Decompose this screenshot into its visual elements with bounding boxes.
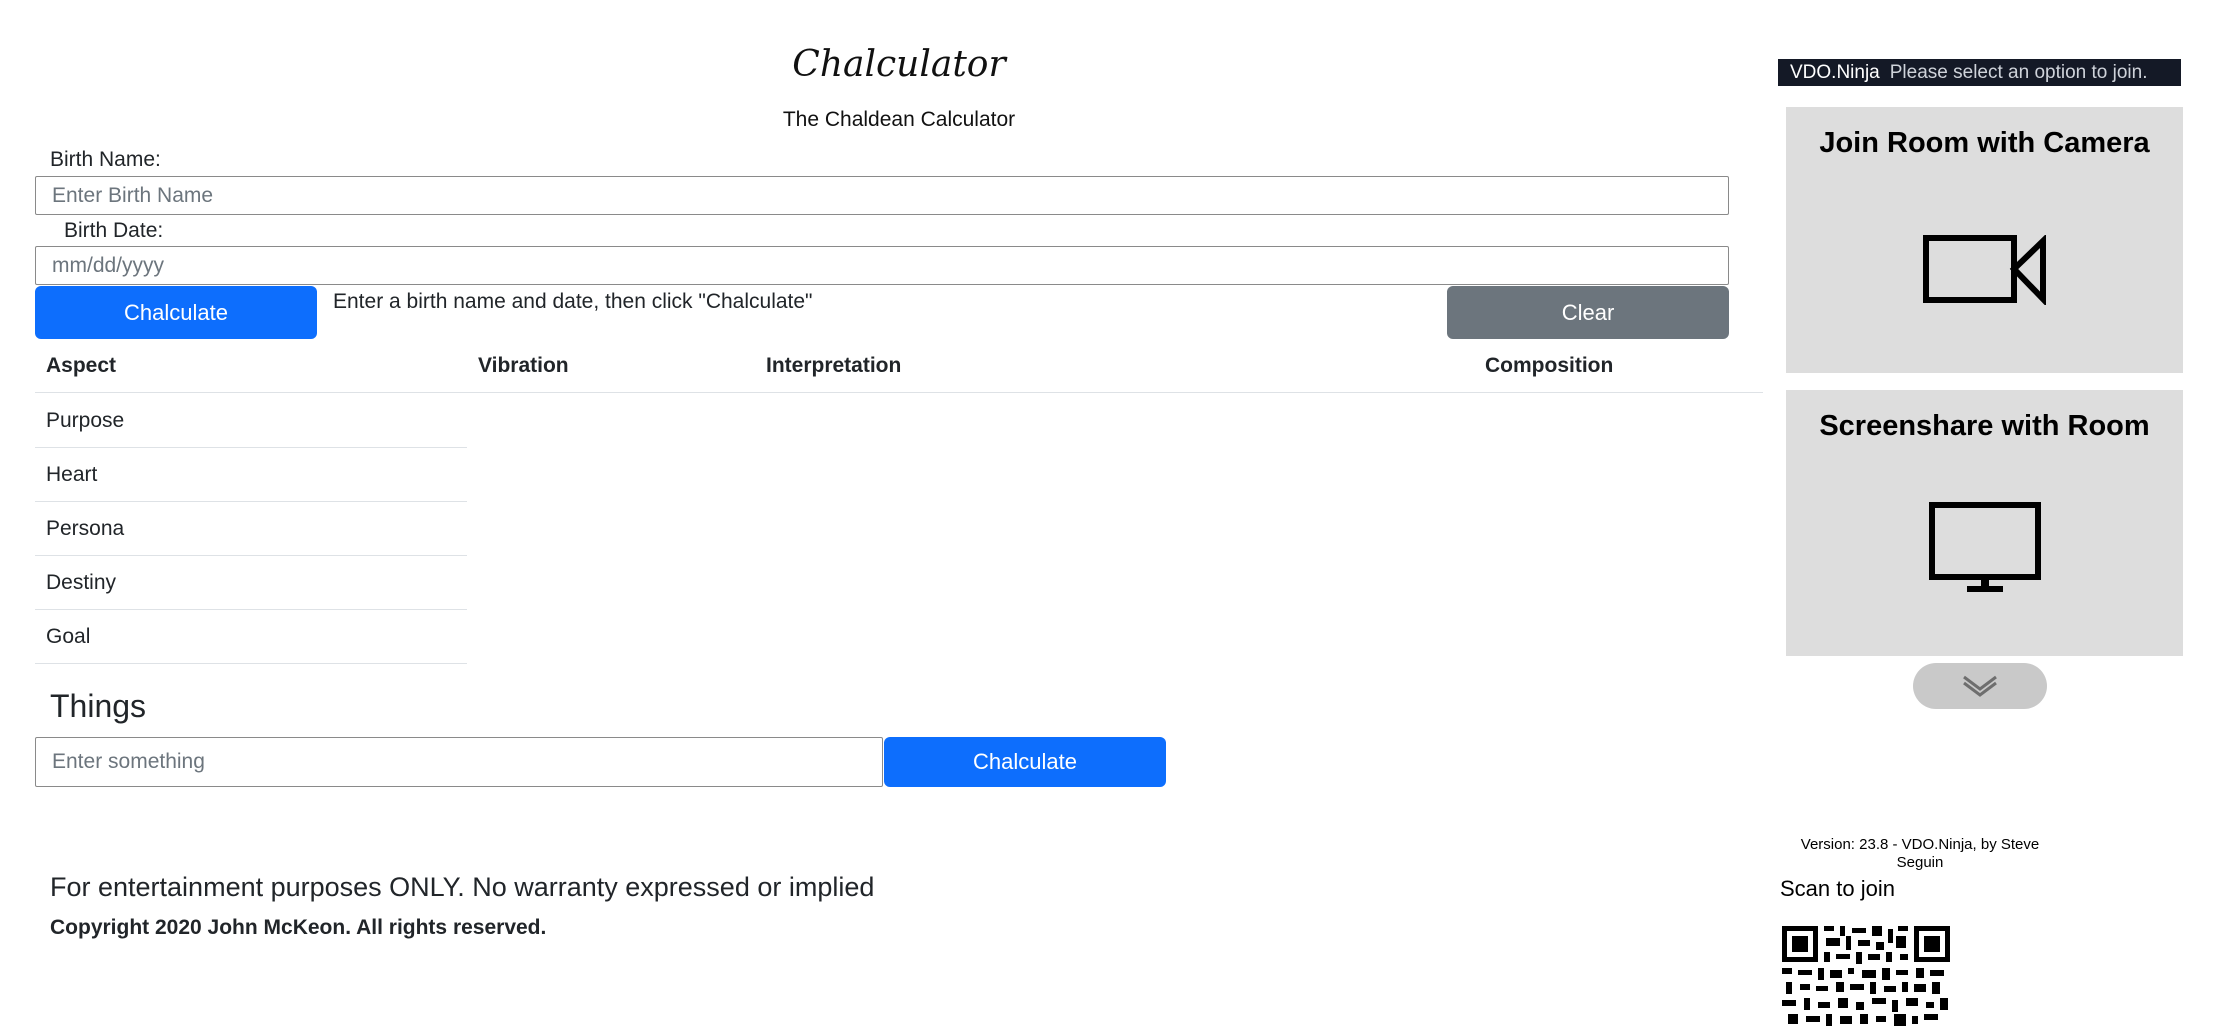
chalculate-button[interactable]: Chalculate bbox=[35, 286, 317, 339]
birth-name-input[interactable] bbox=[35, 176, 1729, 215]
screenshare-room-button[interactable]: Screenshare with Room bbox=[1786, 390, 2183, 656]
chevron-double-down-icon bbox=[1963, 675, 1997, 697]
aspect-persona: Persona bbox=[46, 517, 125, 540]
things-chalculate-button[interactable]: Chalculate bbox=[884, 737, 1166, 787]
table-row: Heart bbox=[35, 448, 467, 502]
birth-name-label: Birth Name: bbox=[50, 148, 161, 171]
video-camera-icon bbox=[1922, 235, 2046, 305]
aspect-heart: Heart bbox=[46, 463, 98, 486]
version-text: Version: 23.8 - VDO.Ninja, by Steve Segu… bbox=[1800, 836, 2040, 871]
copyright-text: Copyright 2020 John McKeon. All rights r… bbox=[50, 916, 547, 939]
table-row: Persona bbox=[35, 502, 467, 556]
page-title: Chalculator bbox=[792, 44, 1006, 85]
header-interpretation: Interpretation bbox=[766, 354, 902, 377]
page-subtitle: The Chaldean Calculator bbox=[782, 108, 1016, 131]
birth-date-input[interactable] bbox=[35, 246, 1729, 285]
table-row: Goal bbox=[35, 610, 467, 664]
join-camera-label: Join Room with Camera bbox=[1819, 127, 2150, 159]
screenshare-label: Screenshare with Room bbox=[1819, 410, 2150, 442]
aspect-goal: Goal bbox=[46, 625, 91, 648]
table-row: Destiny bbox=[35, 556, 467, 610]
header-vibration: Vibration bbox=[478, 354, 569, 377]
scan-to-join-label: Scan to join bbox=[1780, 876, 1895, 901]
aspect-destiny: Destiny bbox=[46, 571, 117, 594]
qr-code[interactable] bbox=[1780, 924, 1952, 1028]
vdo-message: Please select an option to join. bbox=[1889, 61, 2148, 83]
instructions-text: Enter a birth name and date, then click … bbox=[333, 290, 813, 313]
disclaimer-text: For entertainment purposes ONLY. No warr… bbox=[50, 872, 875, 902]
clear-button[interactable]: Clear bbox=[1447, 286, 1729, 339]
more-options-button[interactable] bbox=[1913, 663, 2047, 709]
aspect-purpose: Purpose bbox=[46, 409, 125, 432]
header-composition: Composition bbox=[1485, 354, 1614, 377]
vdo-brand: VDO.Ninja bbox=[1790, 61, 1880, 83]
join-room-camera-button[interactable]: Join Room with Camera bbox=[1786, 107, 2183, 373]
birth-date-label: Birth Date: bbox=[64, 219, 164, 242]
things-input[interactable] bbox=[35, 737, 883, 787]
things-heading: Things bbox=[50, 688, 147, 724]
table-row: Purpose bbox=[35, 394, 467, 448]
monitor-icon bbox=[1928, 502, 2041, 592]
vdo-header-bar: VDO.Ninja Please select an option to joi… bbox=[1778, 59, 2181, 86]
results-table-header: Aspect Vibration Interpretation Composit… bbox=[35, 340, 1763, 393]
header-aspect: Aspect bbox=[46, 354, 117, 377]
